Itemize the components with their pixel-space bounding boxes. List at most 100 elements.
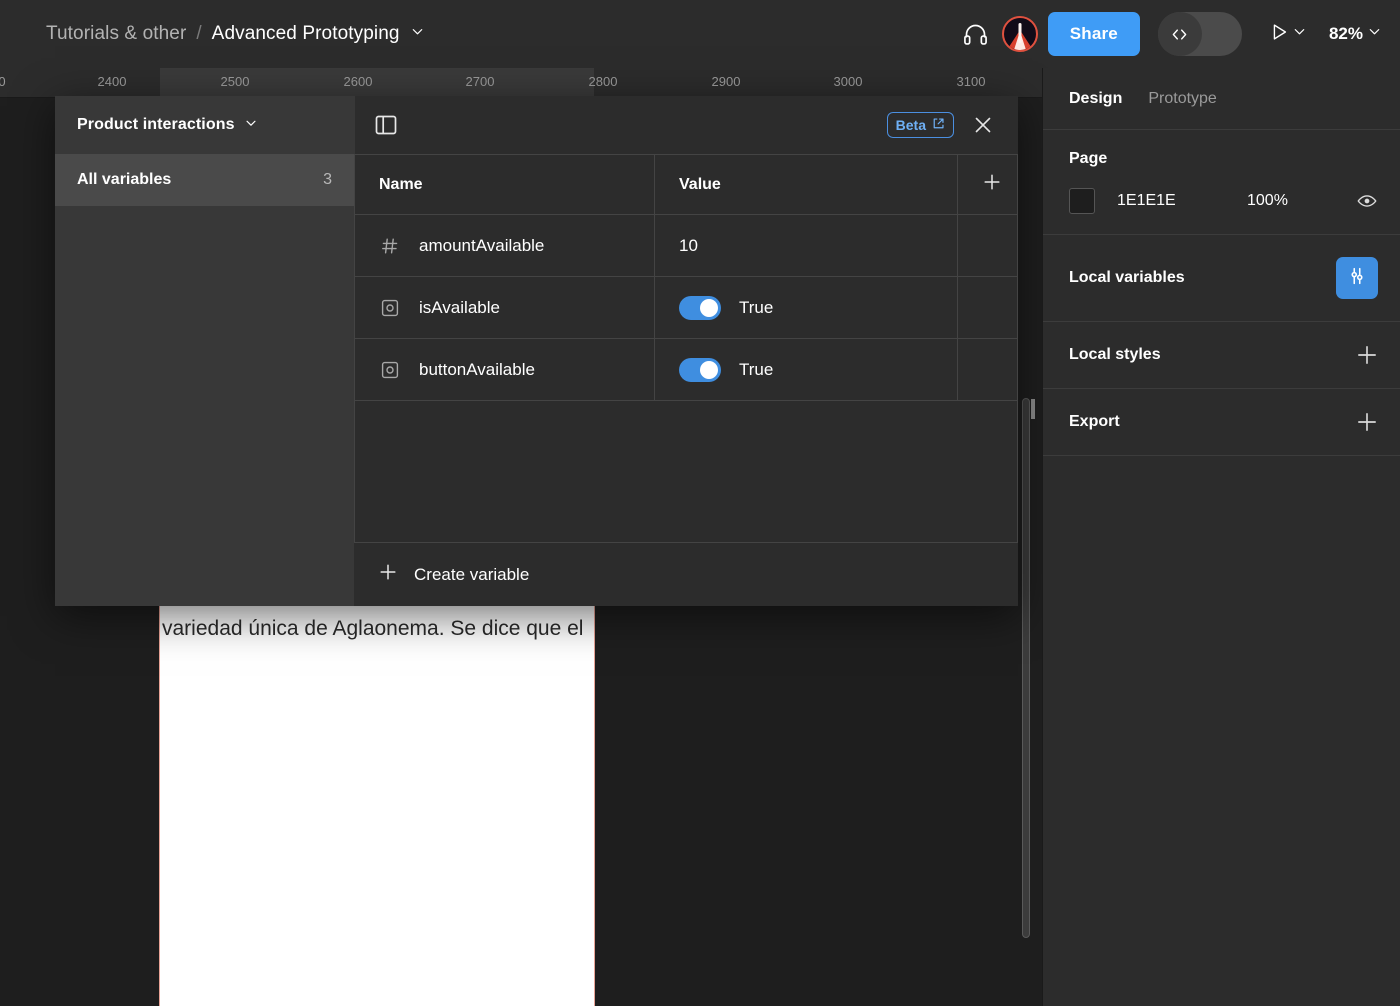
ruler-tick: 3000 xyxy=(834,74,863,89)
tab-prototype[interactable]: Prototype xyxy=(1148,90,1216,108)
ruler-tick: 2800 xyxy=(589,74,618,89)
variable-value-cell[interactable]: 10 xyxy=(655,215,958,277)
canvas-vertical-scrollbar[interactable] xyxy=(1022,398,1030,938)
variable-mode-cell xyxy=(958,215,1018,277)
ruler-tick: 2500 xyxy=(221,74,250,89)
zoom-level-label: 82% xyxy=(1329,24,1363,44)
export-header: Export xyxy=(1069,411,1378,433)
toolbar-actions: Share 82% xyxy=(954,12,1400,56)
variable-value-label: 10 xyxy=(679,236,698,256)
local-variables-title: Local variables xyxy=(1069,269,1185,287)
ruler-tick: 0 xyxy=(0,74,6,89)
avatar-mast xyxy=(1018,23,1021,43)
zoom-chevron-down-icon[interactable] xyxy=(1367,24,1382,44)
sidebar-item-all-variables[interactable]: All variables 3 xyxy=(55,154,354,206)
boolean-value-toggle[interactable] xyxy=(679,358,721,382)
local-variables-header: Local variables xyxy=(1069,257,1378,299)
variables-table: Name Value amountAvailable10isAvailableT… xyxy=(354,154,1018,401)
local-styles-header: Local styles xyxy=(1069,344,1378,366)
beta-label: Beta xyxy=(896,117,926,133)
ruler-tick: 2700 xyxy=(466,74,495,89)
variable-value-cell[interactable]: True xyxy=(655,339,958,401)
variable-value-label: True xyxy=(739,298,773,318)
page-color-hex[interactable]: 1E1E1E xyxy=(1117,192,1225,210)
breadcrumb-current-file[interactable]: Advanced Prototyping xyxy=(212,23,400,45)
ruler-tick: 2400 xyxy=(98,74,127,89)
toggle-knob xyxy=(700,361,718,379)
variable-name-label: amountAvailable xyxy=(419,236,544,256)
visibility-eye-icon[interactable] xyxy=(1356,190,1378,212)
variable-mode-cell xyxy=(958,339,1018,401)
present-chevron-down-icon[interactable] xyxy=(1292,24,1307,44)
beta-badge[interactable]: Beta xyxy=(887,112,954,138)
page-background-row: 1E1E1E 100% xyxy=(1069,188,1378,214)
breadcrumb-parent[interactable]: Tutorials & other xyxy=(46,23,186,45)
breadcrumb-separator: / xyxy=(196,23,201,45)
create-variable-button[interactable]: Create variable xyxy=(354,542,1018,606)
external-link-icon xyxy=(932,117,945,133)
variable-value-cell[interactable]: True xyxy=(655,277,958,339)
ruler-tick: 2600 xyxy=(344,74,373,89)
variable-name-label: isAvailable xyxy=(419,298,500,318)
export-section: Export xyxy=(1043,389,1400,456)
variables-modal-body: All variables 3 Name Value amountAvailab… xyxy=(55,154,1018,606)
variables-table-region: Name Value amountAvailable10isAvailableT… xyxy=(354,154,1018,606)
sliders-icon xyxy=(1346,265,1368,292)
variable-name-cell[interactable]: amountAvailable xyxy=(355,215,655,277)
code-icon xyxy=(1158,12,1202,56)
variables-modal-toolbar: Beta xyxy=(355,96,1018,154)
page-section-title: Page xyxy=(1069,150,1378,168)
toggle-knob xyxy=(700,299,718,317)
add-export-button[interactable] xyxy=(1356,411,1378,433)
collection-name: Product interactions xyxy=(77,116,235,134)
page-color-swatch[interactable] xyxy=(1069,188,1095,214)
plus-icon xyxy=(378,562,398,587)
zoom-control[interactable]: 82% xyxy=(1329,24,1382,44)
variables-collection-sidebar: All variables 3 xyxy=(55,154,354,606)
table-row[interactable]: buttonAvailable True xyxy=(355,339,1018,401)
ruler-tick: 2900 xyxy=(712,74,741,89)
export-title: Export xyxy=(1069,413,1120,431)
local-variables-modal: Product interactions Beta xyxy=(55,96,1018,606)
present-button[interactable] xyxy=(1268,21,1307,48)
tab-design[interactable]: Design xyxy=(1069,90,1122,108)
ruler-tick: 3100 xyxy=(957,74,986,89)
share-button[interactable]: Share xyxy=(1048,12,1140,56)
add-mode-button[interactable] xyxy=(958,155,1018,215)
add-local-style-button[interactable] xyxy=(1356,344,1378,366)
boolean-value-toggle[interactable] xyxy=(679,296,721,320)
avatar[interactable] xyxy=(1002,16,1038,52)
table-row[interactable]: amountAvailable 10 xyxy=(355,215,1018,277)
local-variables-section: Local variables xyxy=(1043,235,1400,322)
file-menu-chevron-down-icon[interactable] xyxy=(410,24,425,44)
variable-name-label: buttonAvailable xyxy=(419,360,535,380)
open-local-variables-button[interactable] xyxy=(1336,257,1378,299)
page-color-opacity[interactable]: 100% xyxy=(1247,192,1288,210)
collection-chevron-down-icon[interactable] xyxy=(244,116,258,135)
dev-mode-toggle[interactable] xyxy=(1158,12,1242,56)
create-variable-label: Create variable xyxy=(414,565,529,585)
page-section: Page 1E1E1E 100% xyxy=(1043,130,1400,235)
local-styles-title: Local styles xyxy=(1069,346,1161,364)
collection-selector[interactable]: Product interactions xyxy=(55,96,355,154)
close-icon[interactable] xyxy=(966,108,1000,142)
breadcrumb: Tutorials & other / Advanced Prototyping xyxy=(46,23,425,45)
canvas-resize-handle[interactable] xyxy=(1028,398,1038,420)
variable-value-label: True xyxy=(739,360,773,380)
number-type-icon xyxy=(379,235,401,257)
panel-tabs: Design Prototype xyxy=(1043,68,1400,130)
variables-modal-header: Product interactions Beta xyxy=(55,96,1018,154)
column-header-value: Value xyxy=(655,155,958,215)
variable-name-cell[interactable]: buttonAvailable xyxy=(355,339,655,401)
boolean-type-icon xyxy=(379,359,401,381)
sidebar-item-count: 3 xyxy=(323,171,332,189)
sidebar-item-label: All variables xyxy=(77,171,171,189)
boolean-type-icon xyxy=(379,297,401,319)
sidebar-panel-toggle-icon[interactable] xyxy=(369,108,403,142)
variable-mode-cell xyxy=(958,277,1018,339)
table-row[interactable]: isAvailable True xyxy=(355,277,1018,339)
local-styles-section: Local styles xyxy=(1043,322,1400,389)
headphones-icon[interactable] xyxy=(954,12,998,56)
top-toolbar: Tutorials & other / Advanced Prototyping… xyxy=(0,0,1400,68)
variable-name-cell[interactable]: isAvailable xyxy=(355,277,655,339)
